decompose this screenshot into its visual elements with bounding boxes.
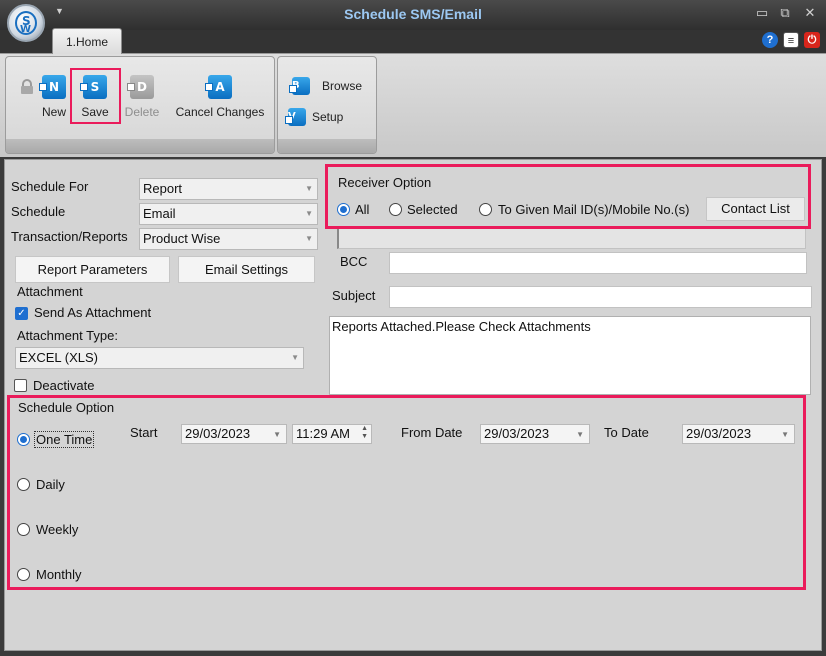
chevron-down-icon: ▼: [305, 209, 313, 218]
help-icon[interactable]: ?: [762, 32, 778, 48]
transaction-reports-label: Transaction/Reports: [11, 229, 128, 244]
start-date-picker[interactable]: 29/03/2023 ▼: [181, 424, 287, 444]
deactivate-label: Deactivate: [33, 378, 95, 393]
transaction-reports-value: Product Wise: [143, 231, 221, 246]
schedule-for-label: Schedule For: [11, 179, 89, 194]
attachment-type-value: EXCEL (XLS): [19, 350, 98, 365]
cancel-changes-label: Cancel Changes: [175, 105, 265, 119]
new-button[interactable]: N New: [38, 75, 70, 119]
send-as-attachment-label: Send As Attachment: [34, 305, 152, 320]
delete-icon: D: [127, 75, 154, 99]
chevron-down-icon: ▼: [305, 234, 313, 243]
schedule-daily-radio[interactable]: [17, 478, 30, 491]
setup-label: Setup: [312, 110, 344, 124]
schedule-value: Email: [143, 206, 176, 221]
contact-list-button[interactable]: Contact List: [706, 197, 805, 221]
schedule-combo[interactable]: Email ▼: [139, 203, 318, 225]
lock-icon: [21, 79, 33, 94]
schedule-weekly-label: Weekly: [36, 522, 79, 537]
window-title: Schedule SMS/Email: [344, 6, 482, 22]
schedule-monthly-radio[interactable]: [17, 568, 30, 581]
subject-field[interactable]: [389, 286, 812, 308]
email-settings-button[interactable]: Email Settings: [178, 256, 315, 283]
send-as-attachment-checkbox[interactable]: ✓: [15, 307, 28, 320]
spinner-icon[interactable]: ▲ ▼: [361, 425, 368, 441]
to-date-value: 29/03/2023: [686, 426, 752, 441]
receiver-option-title: Receiver Option: [338, 175, 432, 190]
schedule-one-time-label: One Time: [34, 431, 95, 448]
receiver-all-radio[interactable]: [337, 203, 350, 216]
schedule-for-value: Report: [143, 181, 183, 196]
restore-button[interactable]: ⧉: [775, 5, 795, 21]
save-icon: S: [80, 75, 107, 99]
to-recipients-field[interactable]: [337, 228, 806, 249]
browse-button[interactable]: B Browse: [289, 77, 363, 95]
receiver-given-ids-label: To Given Mail ID(s)/Mobile No.(s): [498, 202, 690, 217]
setup-button[interactable]: V Setup: [285, 108, 344, 126]
help-icons: ? ≡ ⏻: [762, 32, 820, 48]
subject-label: Subject: [332, 288, 376, 303]
chevron-down-icon: ▼: [576, 430, 584, 439]
schedule-monthly-label: Monthly: [36, 567, 82, 582]
receiver-all-label: All: [355, 202, 370, 217]
receiver-selected-radio[interactable]: [389, 203, 402, 216]
browse-icon: B: [289, 77, 310, 95]
schedule-daily-label: Daily: [36, 477, 65, 492]
schedule-option-title: Schedule Option: [18, 400, 115, 415]
tab-home[interactable]: 1.Home: [52, 28, 122, 54]
chevron-down-icon: ▼: [273, 430, 281, 439]
start-time-picker[interactable]: 11:29 AM ▲ ▼: [292, 424, 372, 444]
schedule-label: Schedule: [11, 204, 66, 219]
attachment-type-combo[interactable]: EXCEL (XLS) ▼: [15, 347, 304, 369]
chevron-down-icon: ▼: [781, 430, 789, 439]
main-panel: Schedule For Report ▼ Schedule Email ▼ Tra…: [4, 159, 822, 651]
ribbon-group-navigation: B Browse V Setup: [277, 56, 377, 154]
save-button[interactable]: S Save: [76, 75, 114, 119]
app-logo-icon[interactable]: SW: [7, 4, 45, 42]
delete-label: Delete: [124, 105, 160, 119]
new-icon: N: [39, 75, 66, 99]
tab-strip: [0, 30, 826, 53]
bcc-label: BCC: [340, 254, 368, 269]
ribbon: N New S Save D Delete A Cancel Changes B…: [0, 53, 826, 157]
attachment-group-label: Attachment: [17, 284, 83, 299]
receiver-selected-label: Selected: [407, 202, 458, 217]
cancel-changes-button[interactable]: A Cancel Changes: [172, 75, 268, 119]
from-date-value: 29/03/2023: [484, 426, 550, 441]
deactivate-checkbox[interactable]: [14, 379, 27, 392]
close-button[interactable]: ✕: [800, 5, 820, 21]
start-time-value: 11:29 AM: [296, 426, 350, 441]
report-parameters-button[interactable]: Report Parameters: [15, 256, 170, 283]
schedule-for-combo[interactable]: Report ▼: [139, 178, 318, 200]
browse-label: Browse: [322, 79, 363, 93]
document-icon[interactable]: ≡: [783, 32, 799, 48]
message-body[interactable]: Reports Attached.Please Check Attachment…: [329, 316, 811, 395]
save-label: Save: [81, 105, 109, 119]
delete-button[interactable]: D Delete: [120, 75, 164, 119]
from-date-label: From Date: [401, 425, 463, 440]
minimize-button[interactable]: ▭: [752, 5, 772, 21]
start-label: Start: [130, 425, 158, 440]
new-label: New: [41, 105, 66, 119]
to-date-label: To Date: [604, 425, 649, 440]
cancel-changes-icon: A: [205, 75, 232, 99]
schedule-weekly-radio[interactable]: [17, 523, 30, 536]
chevron-down-icon: ▼: [305, 184, 313, 193]
schedule-one-time-radio[interactable]: [17, 433, 30, 446]
bcc-field[interactable]: [389, 252, 807, 274]
to-date-picker[interactable]: 29/03/2023 ▼: [682, 424, 795, 444]
attachment-type-label: Attachment Type:: [17, 328, 118, 343]
chevron-down-icon: ▼: [291, 353, 299, 362]
transaction-reports-combo[interactable]: Product Wise ▼: [139, 228, 318, 250]
start-date-value: 29/03/2023: [185, 426, 251, 441]
exit-icon[interactable]: ⏻: [804, 32, 820, 48]
setup-icon: V: [285, 108, 306, 126]
title-bar: ▼ Schedule SMS/Email ▭ ⧉ ✕: [0, 0, 826, 30]
receiver-given-ids-radio[interactable]: [479, 203, 492, 216]
ribbon-group-actions: N New S Save D Delete A Cancel Changes: [5, 56, 275, 154]
from-date-picker[interactable]: 29/03/2023 ▼: [480, 424, 590, 444]
